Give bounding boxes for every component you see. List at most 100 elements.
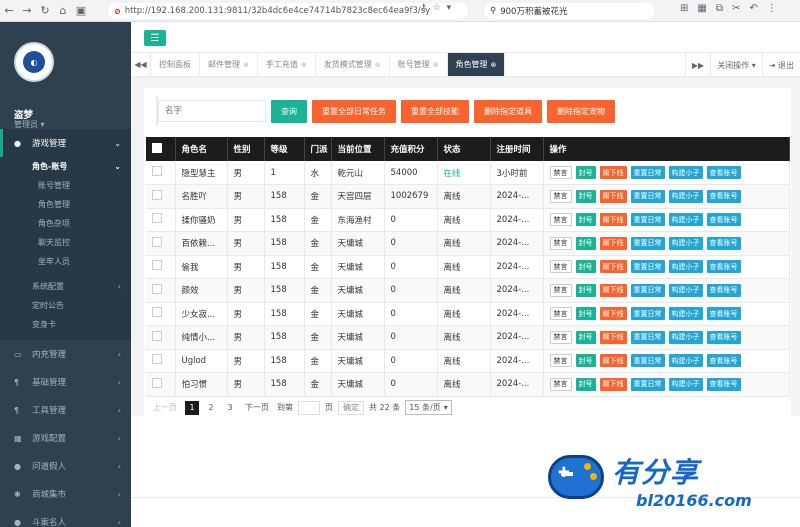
row-checkbox[interactable] <box>152 330 162 341</box>
row-checkbox[interactable] <box>152 260 162 271</box>
sidebar-item-chat-monitor[interactable]: 聊天监控 <box>0 233 131 252</box>
view-account-button[interactable]: 查看账号 <box>706 166 741 179</box>
mute-button[interactable]: 禁言 <box>549 213 572 227</box>
kick-button[interactable]: 踢下线 <box>599 189 627 203</box>
sidebar-item-tools[interactable]: ¶ 工具管理 ‹ <box>0 396 131 424</box>
page-size-select[interactable]: 15 条/页 ▾ <box>405 400 452 415</box>
mute-button[interactable]: 禁言 <box>549 377 572 391</box>
col-gender[interactable]: 性别 <box>227 137 265 161</box>
view-account-button[interactable]: 查看账号 <box>706 189 741 203</box>
sidebar-item-celebrities[interactable]: ● 斗案名人 ‹ <box>0 508 131 527</box>
build-button[interactable]: 构建小子 <box>668 236 703 250</box>
view-account-button[interactable]: 查看账号 <box>706 377 741 391</box>
kick-button[interactable]: 踢下线 <box>599 307 627 321</box>
ban-button[interactable]: 封号 <box>575 166 596 179</box>
ban-button[interactable]: 封号 <box>575 213 596 227</box>
tabs-scroll-right-icon[interactable]: ▶▶ <box>684 53 710 77</box>
row-checkbox[interactable] <box>152 213 162 224</box>
star-icon[interactable]: ☆ <box>433 3 441 13</box>
sidebar-item-game-config[interactable]: ▦ 游戏配置 ‹ <box>0 424 131 452</box>
close-icon[interactable]: ⊗ <box>491 61 497 69</box>
build-button[interactable]: 构建小子 <box>668 189 703 203</box>
row-checkbox[interactable] <box>152 354 162 365</box>
ban-button[interactable]: 封号 <box>575 236 596 250</box>
next-page-button[interactable]: 下一页 <box>242 401 272 415</box>
query-button[interactable]: 查询 <box>271 99 307 123</box>
page-2-button[interactable]: 2 <box>204 401 218 415</box>
row-checkbox[interactable] <box>152 166 162 176</box>
kick-button[interactable]: 踢下线 <box>599 236 627 250</box>
reset-daily-button[interactable]: 重置日常 <box>630 166 665 179</box>
sidebar-item-account-management[interactable]: 账号管理 <box>0 176 131 195</box>
prev-page-button[interactable]: 上一页 <box>150 401 180 415</box>
mute-button[interactable]: 禁言 <box>549 166 572 179</box>
sidebar-item-jailed[interactable]: 坐牢人员 <box>0 252 131 271</box>
view-account-button[interactable]: 查看账号 <box>706 283 741 297</box>
mute-button[interactable]: 禁言 <box>549 189 572 203</box>
ban-button[interactable]: 封号 <box>575 377 596 391</box>
kick-button[interactable]: 踢下线 <box>599 213 627 227</box>
view-account-button[interactable]: 查看账号 <box>706 260 741 274</box>
col-status[interactable]: 状态 <box>437 137 491 161</box>
row-checkbox[interactable] <box>152 307 162 318</box>
reset-daily-button[interactable]: 重置日常 <box>630 189 665 203</box>
kick-button[interactable]: 踢下线 <box>599 283 627 297</box>
goto-confirm-button[interactable]: 确定 <box>338 400 364 415</box>
view-account-button[interactable]: 查看账号 <box>706 307 741 321</box>
mute-button[interactable]: 禁言 <box>549 307 572 321</box>
kick-button[interactable]: 踢下线 <box>599 354 627 368</box>
build-button[interactable]: 构建小子 <box>668 283 703 297</box>
build-button[interactable]: 构建小子 <box>668 330 703 344</box>
dropdown-icon[interactable]: ▾ <box>447 3 452 13</box>
row-checkbox[interactable] <box>152 236 162 247</box>
sidebar-group-role-account[interactable]: 角色-账号 ⌄ <box>0 157 131 176</box>
mute-button[interactable]: 禁言 <box>549 283 572 297</box>
home-icon[interactable]: ⌂ <box>54 2 72 20</box>
sidebar-item-recharge[interactable]: ▭ 内充管理 ‹ <box>0 340 131 368</box>
view-account-button[interactable]: 查看账号 <box>706 330 741 344</box>
build-button[interactable]: 构建小子 <box>668 166 703 179</box>
close-icon[interactable]: ⊗ <box>433 61 439 69</box>
browser-search-input[interactable]: ⚲ 900万积蓄被花光 <box>484 3 654 19</box>
extension-icon[interactable]: ▣ <box>72 2 90 20</box>
forward-icon[interactable]: → <box>18 2 36 20</box>
build-button[interactable]: 构建小子 <box>668 377 703 391</box>
row-checkbox[interactable] <box>152 283 162 294</box>
reset-daily-button[interactable]: 重置日常 <box>630 330 665 344</box>
view-account-button[interactable]: 查看账号 <box>706 354 741 368</box>
close-icon[interactable]: ⊗ <box>243 61 249 69</box>
sidebar-item-role-management[interactable]: 角色管理 <box>0 195 131 214</box>
row-checkbox[interactable] <box>152 189 162 200</box>
reset-daily-button[interactable]: 重置日常 <box>630 236 665 250</box>
tab-manual-recharge[interactable]: 手工充值 ⊗ <box>258 53 316 76</box>
ban-button[interactable]: 封号 <box>575 354 596 368</box>
close-icon[interactable]: ⊗ <box>301 61 307 69</box>
delete-items-button[interactable]: 删除指定道具 <box>474 99 542 123</box>
sidebar-item-scheduled-notice[interactable]: 定时公告 <box>0 296 131 315</box>
tab-dashboard[interactable]: 控制面板 <box>151 53 200 76</box>
reload-icon[interactable]: ↻ <box>36 2 54 20</box>
reset-daily-button[interactable]: 重置日常 <box>630 354 665 368</box>
ban-button[interactable]: 封号 <box>575 307 596 321</box>
mute-button[interactable]: 禁言 <box>549 330 572 344</box>
view-account-button[interactable]: 查看账号 <box>706 236 741 250</box>
build-button[interactable]: 构建小子 <box>668 354 703 368</box>
tab-delivery-mode[interactable]: 发货模式管理 ⊗ <box>316 53 390 76</box>
row-checkbox[interactable] <box>152 377 162 388</box>
reset-daily-button[interactable]: 重置日常 <box>630 260 665 274</box>
reset-daily-button[interactable]: 重置日常 <box>630 307 665 321</box>
tab-mail[interactable]: 邮件管理 ⊗ <box>200 53 258 76</box>
mute-button[interactable]: 禁言 <box>549 354 572 368</box>
page-3-button[interactable]: 3 <box>223 401 237 415</box>
sidebar-item-transform-card[interactable]: 变身卡 <box>0 315 131 334</box>
tab-role-management[interactable]: 角色管理 ⊗ <box>447 53 506 76</box>
apps-icon[interactable]: ⊞ <box>680 3 688 14</box>
col-location[interactable]: 当前位置 <box>331 137 385 161</box>
reset-daily-button[interactable]: 重置日常 <box>630 377 665 391</box>
view-account-button[interactable]: 查看账号 <box>706 213 741 227</box>
logout-button[interactable]: ⇥ 退出 <box>761 53 800 77</box>
key-icon[interactable]: ⚷ <box>420 3 427 13</box>
sidebar-item-system-config[interactable]: 系统配置 ‹ <box>0 277 131 296</box>
col-register-time[interactable]: 注册时间 <box>490 137 544 161</box>
build-button[interactable]: 构建小子 <box>668 260 703 274</box>
